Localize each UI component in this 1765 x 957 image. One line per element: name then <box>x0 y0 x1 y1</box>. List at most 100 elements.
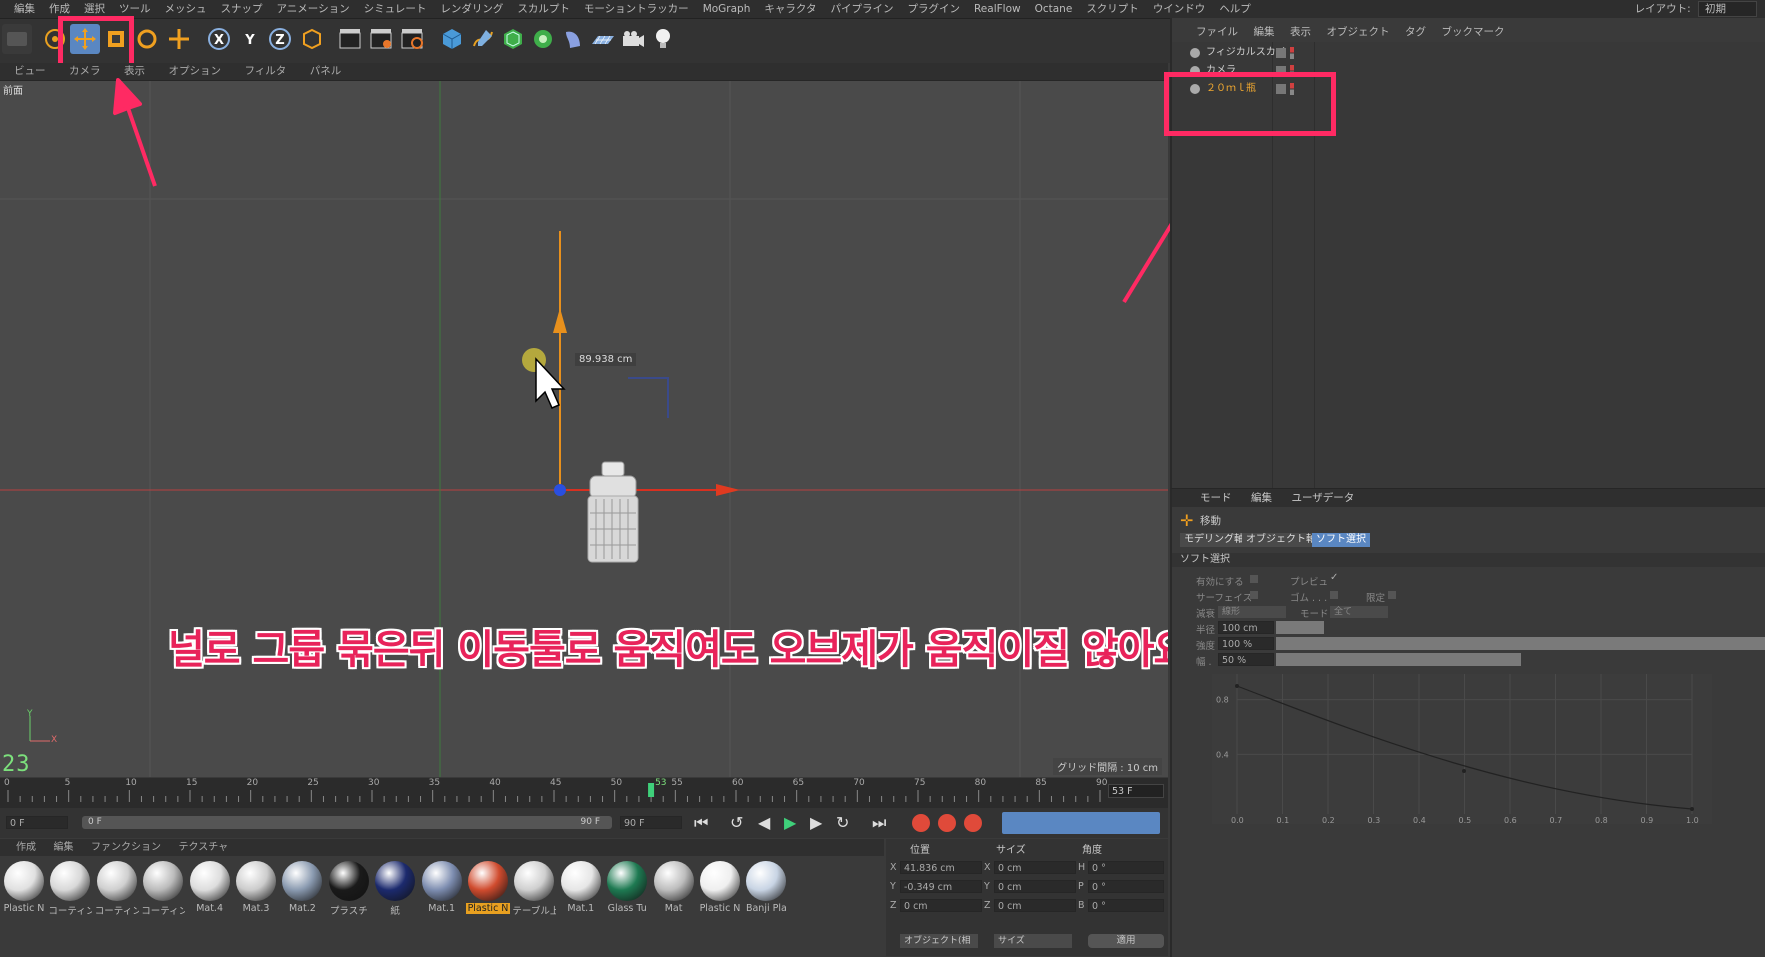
material-menu-texture[interactable]: テクスチャ <box>172 839 236 856</box>
tab-object-axis[interactable]: オブジェクト軸 <box>1242 533 1320 547</box>
position-field[interactable]: 41.836 cm <box>900 861 982 874</box>
z-axis-handle[interactable] <box>554 484 566 496</box>
restrict-checkbox[interactable] <box>1388 591 1396 599</box>
material-swatch[interactable]: 紙 <box>373 861 417 917</box>
layout-value[interactable]: 初期 <box>1698 1 1757 17</box>
tab-soft-selection[interactable]: ソフト選択 <box>1312 533 1370 547</box>
material-menu-edit[interactable]: 編集 <box>47 839 81 856</box>
object-row[interactable]: フィジカルスカイ <box>1172 44 1765 62</box>
viewport-menu-camera[interactable]: カメラ <box>59 63 111 80</box>
light-icon[interactable] <box>648 24 678 54</box>
menu-item-8[interactable]: レンダリング <box>433 0 510 18</box>
x-axis-arrow[interactable] <box>716 484 740 496</box>
viewport-menu-view[interactable]: ビュー <box>0 63 56 80</box>
visibility-dots-icon[interactable] <box>1290 47 1294 59</box>
preview-checkbox[interactable]: ✓ <box>1330 572 1338 583</box>
material-swatch[interactable]: Mat.2 <box>280 861 324 914</box>
y-axis-arrow[interactable] <box>553 308 567 333</box>
rotation-field[interactable]: 0 ° <box>1088 880 1164 893</box>
menu-item-6[interactable]: アニメーション <box>270 0 357 18</box>
end-frame-field[interactable]: 90 F <box>620 816 682 829</box>
om-menu-tag[interactable]: タグ <box>1399 23 1432 41</box>
camera-icon[interactable] <box>618 24 648 54</box>
menu-item-0[interactable]: 編集 <box>0 0 42 18</box>
material-swatch[interactable]: コーティン <box>48 861 92 917</box>
menu-item-13[interactable]: パイプライン <box>823 0 900 18</box>
key-mode-buttons[interactable] <box>1002 812 1160 834</box>
attr-menu-userdata[interactable]: ユーザデータ <box>1284 489 1363 507</box>
menu-item-4[interactable]: メッシュ <box>158 0 214 18</box>
material-swatch[interactable]: Mat <box>652 861 696 914</box>
menu-item-16[interactable]: Octane <box>1028 0 1080 18</box>
material-swatch[interactable]: Glass Tu <box>605 861 649 914</box>
cube-icon[interactable] <box>437 24 467 54</box>
viewport-menu-display[interactable]: 表示 <box>114 63 155 80</box>
menu-item-19[interactable]: ヘルプ <box>1212 0 1258 18</box>
rubber-checkbox[interactable] <box>1330 591 1338 599</box>
bottle-object[interactable] <box>587 461 639 563</box>
floor-icon[interactable] <box>588 24 618 54</box>
material-swatch[interactable]: コーティン <box>95 861 139 917</box>
menu-item-5[interactable]: スナップ <box>214 0 270 18</box>
size-field[interactable]: 0 cm <box>994 880 1076 893</box>
falloff-graph[interactable]: 0.0 0.1 0.2 0.3 0.4 0.5 0.6 0.7 0.8 0.9 1.0 0.8 0.4 <box>1212 674 1712 824</box>
next-key-icon[interactable]: ↻ <box>836 813 849 832</box>
size-field[interactable]: 0 cm <box>994 861 1076 874</box>
menu-item-7[interactable]: シミュレート <box>357 0 434 18</box>
render-view-icon[interactable] <box>335 24 365 54</box>
material-swatch[interactable]: Mat.1 <box>559 861 603 914</box>
start-frame-field[interactable]: 0 F <box>6 816 68 829</box>
viewport-menu-panel[interactable]: パネル <box>300 63 352 80</box>
playhead[interactable] <box>648 783 655 797</box>
attr-menu-mode[interactable]: モード <box>1172 489 1240 507</box>
coord-mode-select[interactable]: オブジェクト(相 <box>900 934 978 948</box>
subdivision-surface-icon[interactable] <box>498 24 528 54</box>
om-menu-file[interactable]: ファイル <box>1172 23 1244 41</box>
pen-spline-icon[interactable] <box>468 24 498 54</box>
om-menu-edit[interactable]: 編集 <box>1248 23 1281 41</box>
z-axis-lock-icon[interactable]: Z <box>265 24 295 54</box>
tab-modeling-axis[interactable]: モデリング軸 <box>1180 533 1248 547</box>
go-to-end-icon[interactable]: ⏭ <box>872 813 886 833</box>
mode-select[interactable]: 全て <box>1330 606 1388 618</box>
viewport-menu-filter[interactable]: フィルタ <box>235 63 297 80</box>
material-swatch[interactable]: Banji Pla <box>744 861 788 914</box>
width-field[interactable]: 50 % <box>1218 653 1274 666</box>
strength-field[interactable]: 100 % <box>1218 637 1274 650</box>
rotation-field[interactable]: 0 ° <box>1088 861 1164 874</box>
position-field[interactable]: -0.349 cm <box>900 880 982 893</box>
render-picture-viewer-icon[interactable] <box>366 24 396 54</box>
material-swatch[interactable]: Mat.1 <box>420 861 464 914</box>
rotate-tool-icon[interactable] <box>132 24 162 54</box>
material-swatch[interactable]: Plastic N <box>466 861 510 914</box>
material-swatch[interactable]: Mat.4 <box>188 861 232 914</box>
plane-handle[interactable] <box>628 377 669 418</box>
menu-item-11[interactable]: MoGraph <box>696 0 758 18</box>
radius-slider[interactable] <box>1276 621 1324 634</box>
previous-key-icon[interactable]: ↺ <box>730 813 743 832</box>
om-menu-bookmark[interactable]: ブックマーク <box>1436 23 1511 41</box>
frame-range-slider[interactable]: 0 F 90 F <box>82 816 612 829</box>
previous-frame-icon[interactable]: ◀ <box>758 813 770 832</box>
om-menu-object[interactable]: オブジェクト <box>1321 23 1396 41</box>
material-menu-create[interactable]: 作成 <box>0 839 43 856</box>
material-menu-function[interactable]: ファンクション <box>84 839 168 856</box>
material-swatch[interactable]: プラスチ <box>327 861 371 917</box>
key-selection-icon[interactable] <box>964 814 982 832</box>
menu-item-17[interactable]: スクリプト <box>1079 0 1146 18</box>
menu-item-10[interactable]: モーショントラッカー <box>577 0 696 18</box>
size-mode-select[interactable]: サイズ <box>994 934 1072 948</box>
size-field[interactable]: 0 cm <box>994 899 1076 912</box>
viewport[interactable]: 前面 89.938 cm Y X 23 グリッド間隔 : 10 cm 널로 그룹… <box>0 81 1168 777</box>
radius-field[interactable]: 100 cm <box>1218 621 1274 634</box>
rotation-field[interactable]: 0 ° <box>1088 899 1164 912</box>
undo-icon[interactable] <box>2 24 32 54</box>
om-menu-view[interactable]: 表示 <box>1284 23 1317 41</box>
coordinate-system-icon[interactable] <box>296 24 326 54</box>
material-swatch[interactable]: Plastic N <box>2 861 46 914</box>
next-frame-icon[interactable]: ▶ <box>810 813 822 832</box>
layout-selector[interactable]: レイアウト: 初期 <box>1635 0 1757 18</box>
go-to-start-icon[interactable]: ⏮ <box>694 813 708 833</box>
deformer-icon[interactable] <box>558 24 588 54</box>
record-keys-icon[interactable] <box>912 814 930 832</box>
